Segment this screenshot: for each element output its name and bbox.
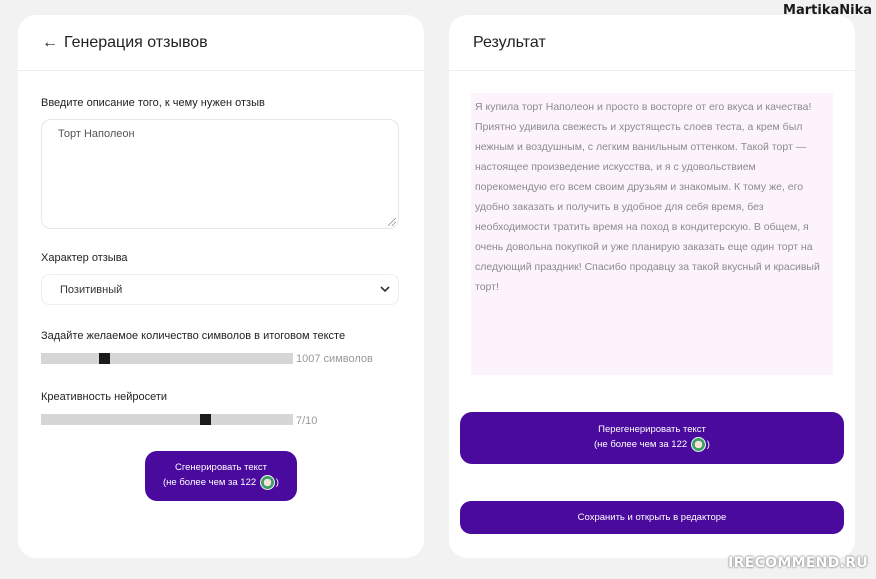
- chevron-down-icon: [380, 286, 390, 293]
- page-title: Генерация отзывов: [64, 33, 208, 51]
- tone-selected-value: Позитивный: [60, 284, 123, 296]
- creativity-slider[interactable]: [41, 414, 293, 425]
- length-slider[interactable]: [41, 353, 293, 364]
- tone-select[interactable]: Позитивный: [41, 274, 399, 305]
- regenerate-button[interactable]: Перегенерировать текст (не более чем за …: [460, 412, 844, 464]
- result-title: Результат: [473, 33, 546, 51]
- save-open-editor-button[interactable]: Сохранить и открыть в редакторе: [460, 501, 844, 534]
- regenerate-button-line1: Перегенерировать текст: [598, 424, 706, 436]
- length-label: Задайте желаемое количество символов в и…: [41, 330, 346, 342]
- creativity-value: 7/10: [296, 415, 318, 427]
- tone-label: Характер отзыва: [41, 252, 128, 264]
- result-header: Результат: [449, 15, 855, 71]
- resize-grip-icon[interactable]: [388, 218, 396, 226]
- generation-header: ← Генерация отзывов: [18, 15, 424, 71]
- creativity-label: Креативность нейросети: [41, 391, 168, 403]
- generation-panel: ← Генерация отзывов Введите описание тог…: [18, 15, 424, 558]
- description-textarea[interactable]: Торт Наполеон: [41, 119, 399, 229]
- generate-button[interactable]: Сгенерировать текст (не более чем за 122…: [145, 451, 297, 501]
- regenerate-button-line2: (не более чем за 122 ): [594, 437, 710, 453]
- result-text-box[interactable]: Я купила торт Наполеон и просто в востор…: [471, 93, 833, 375]
- length-slider-thumb[interactable]: [99, 353, 110, 364]
- generate-button-line1: Сгенерировать текст: [175, 462, 267, 474]
- watermark-irecommend: IRECOMMEND.RU: [728, 555, 868, 571]
- generate-button-line2: (не более чем за 122 ): [163, 475, 279, 491]
- creativity-slider-thumb[interactable]: [200, 414, 211, 425]
- result-panel: Результат Я купила торт Наполеон и прост…: [449, 15, 855, 558]
- save-open-editor-label: Сохранить и открыть в редакторе: [577, 511, 727, 523]
- coin-icon: [259, 475, 275, 491]
- description-label: Введите описание того, к чему нужен отзы…: [41, 97, 265, 109]
- result-text: Я купила торт Наполеон и просто в востор…: [475, 101, 820, 293]
- coin-icon: [690, 437, 706, 453]
- description-value: Торт Наполеон: [58, 128, 135, 140]
- back-arrow-icon[interactable]: ←: [42, 34, 58, 52]
- length-value: 1007 символов: [296, 353, 373, 365]
